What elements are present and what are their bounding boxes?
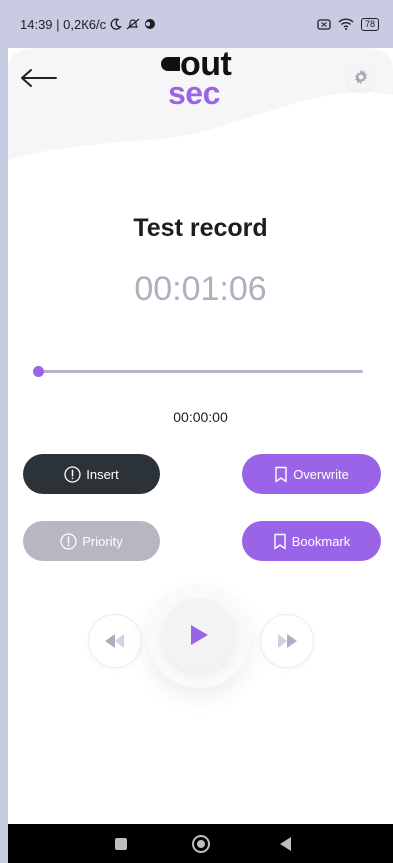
recording-duration: 00:01:06 bbox=[134, 270, 267, 308]
gear-icon bbox=[355, 69, 367, 85]
home-button[interactable] bbox=[192, 835, 210, 853]
moon-icon bbox=[110, 18, 122, 30]
logo-text-sec: sec bbox=[168, 75, 220, 111]
play-icon bbox=[191, 625, 208, 645]
playback-slider-thumb[interactable] bbox=[32, 366, 44, 377]
play-button[interactable] bbox=[162, 598, 236, 672]
arrow-left-icon bbox=[21, 69, 57, 87]
priority-button[interactable]: Priority bbox=[23, 521, 160, 561]
battery-icon: 78 bbox=[360, 17, 379, 31]
back-button[interactable] bbox=[18, 62, 60, 94]
notification-muted-icon bbox=[126, 18, 140, 30]
exclamation-circle-icon bbox=[60, 532, 77, 550]
system-navigation-bar bbox=[8, 824, 393, 863]
insert-button-label: Insert bbox=[86, 466, 119, 482]
system-back-button[interactable] bbox=[280, 837, 291, 851]
playback-slider-track[interactable] bbox=[38, 370, 363, 373]
exclamation-circle-icon bbox=[64, 465, 81, 483]
recent-apps-button[interactable] bbox=[115, 838, 127, 850]
app-notification-icon bbox=[145, 19, 156, 29]
fast-forward-button[interactable] bbox=[260, 614, 314, 668]
playback-position: 00:00:00 bbox=[173, 409, 228, 425]
bookmark-icon bbox=[274, 533, 286, 549]
sim-icon bbox=[317, 18, 331, 30]
status-time: 14:39 | 0,2К6/с bbox=[20, 16, 107, 32]
rewind-button[interactable] bbox=[88, 614, 142, 668]
wifi-icon bbox=[338, 18, 354, 30]
bookmark-button-label: Bookmark bbox=[291, 533, 351, 549]
status-left: 14:39 | 0,2К6/с bbox=[20, 17, 156, 32]
bookmark-icon bbox=[275, 466, 287, 482]
insert-button[interactable]: Insert bbox=[23, 454, 160, 494]
status-right: 78 bbox=[317, 17, 379, 31]
overwrite-button-label: Overwrite bbox=[293, 466, 349, 482]
priority-button-label: Priority bbox=[82, 533, 123, 549]
recording-title: Test record bbox=[133, 214, 268, 242]
rewind-icon bbox=[105, 634, 124, 648]
bookmark-button[interactable]: Bookmark bbox=[242, 521, 381, 561]
overwrite-button[interactable]: Overwrite bbox=[242, 454, 381, 494]
logo-mark-icon bbox=[161, 57, 180, 71]
fast-forward-icon bbox=[278, 634, 297, 648]
settings-button[interactable] bbox=[346, 62, 376, 92]
outsec-logo: out sec bbox=[158, 45, 268, 113]
app-screen: 14:39 | 0,2К6/с 78 out sec Test record 0… bbox=[8, 0, 393, 863]
